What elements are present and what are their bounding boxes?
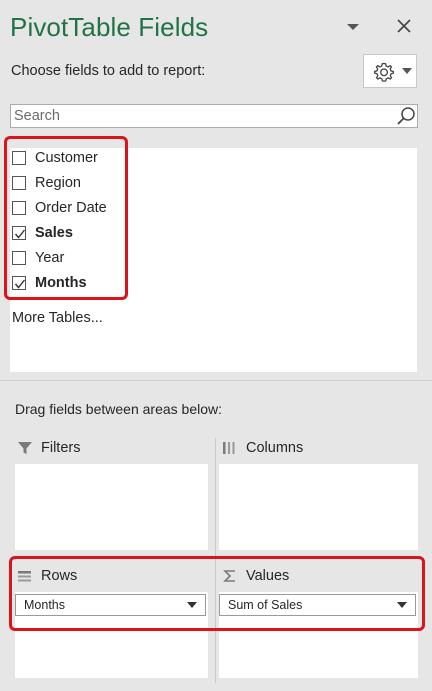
fields-highlight <box>4 136 128 300</box>
search-icon[interactable] <box>396 106 416 126</box>
pane-title: PivotTable Fields <box>10 12 209 42</box>
task-pane-options-icon[interactable] <box>346 22 360 32</box>
drag-instruction: Drag fields between areas below: <box>15 401 223 417</box>
search-box[interactable] <box>10 104 418 128</box>
choose-fields-label: Choose fields to add to report: <box>11 63 206 79</box>
columns-drop-area[interactable] <box>219 464 418 550</box>
columns-area-header: Columns <box>222 440 303 456</box>
columns-icon <box>223 442 235 454</box>
filters-area-header: Filters <box>17 440 80 456</box>
search-input[interactable] <box>11 105 389 127</box>
close-icon[interactable] <box>396 18 412 34</box>
filters-drop-area[interactable] <box>15 464 208 550</box>
areas-highlight <box>9 556 425 631</box>
filter-icon <box>18 442 32 454</box>
divider <box>0 380 432 381</box>
columns-label: Columns <box>246 440 304 456</box>
chevron-down-icon <box>402 68 412 74</box>
more-tables-link[interactable]: More Tables... <box>12 310 103 326</box>
gear-icon <box>373 62 395 82</box>
tools-button[interactable] <box>363 54 417 88</box>
filters-label: Filters <box>41 440 81 456</box>
